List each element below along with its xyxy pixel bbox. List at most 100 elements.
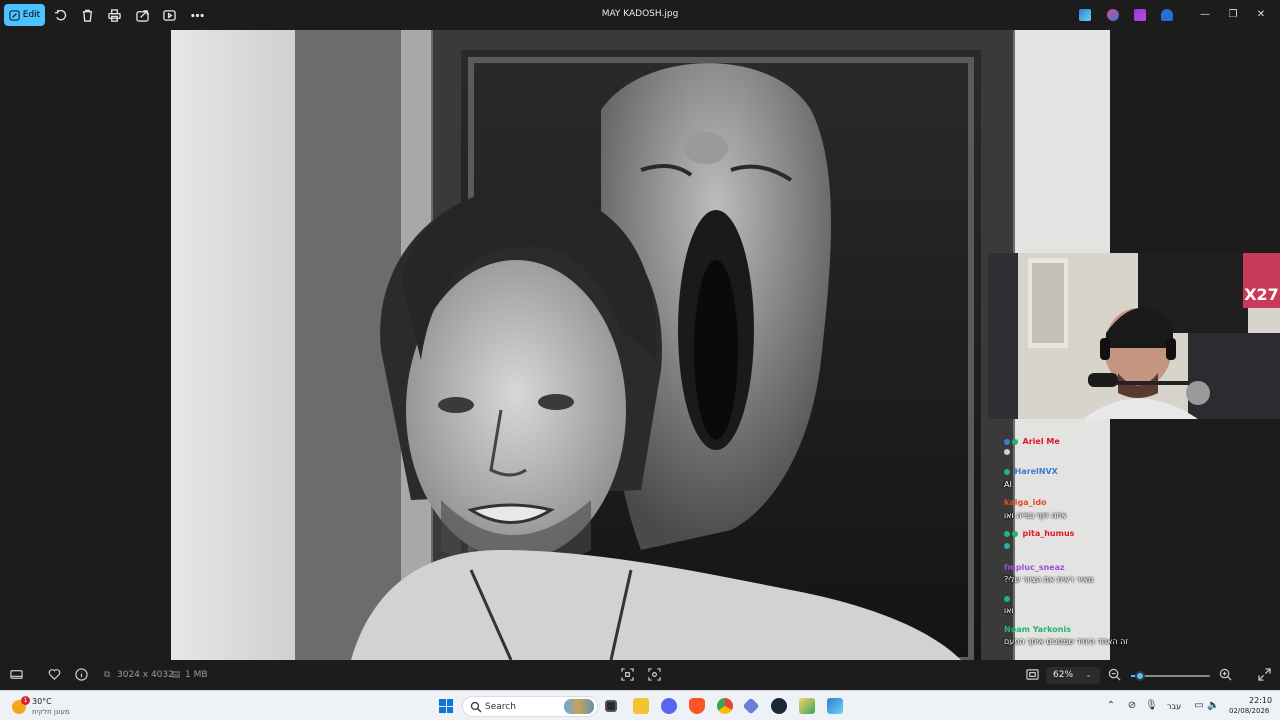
chat-username: HarelNVX — [1014, 467, 1058, 476]
image-dimensions: 3024 x 4032 — [117, 670, 174, 680]
chat-badge-icon — [1012, 530, 1018, 537]
chat-message: fmpluc_sneaz — [1004, 563, 1065, 572]
fullscreen-icon[interactable] — [1257, 668, 1271, 682]
microphone-icon[interactable]: 🎙 — [1145, 700, 1158, 712]
chat-username: Noam Yarkonis — [1004, 625, 1071, 634]
app-icon[interactable] — [742, 697, 760, 715]
rotate-icon[interactable] — [52, 7, 68, 23]
more-icon[interactable] — [189, 7, 205, 23]
chat-text: איזה זיוף כפייה ואו — [1004, 511, 1067, 520]
app-icon[interactable] — [799, 698, 815, 714]
trash-icon[interactable] — [79, 7, 95, 23]
clock-date[interactable]: 02/08/2026 — [1229, 707, 1269, 715]
maximize-icon[interactable]: ❐ — [1226, 8, 1240, 22]
chat-message: HarelNVX — [1004, 467, 1058, 476]
chat-message: Noam Yarkonis — [1004, 625, 1071, 634]
chat-message — [1004, 447, 1012, 456]
fit-screen-icon[interactable] — [1025, 668, 1039, 682]
resolution-icon: ⧉ — [103, 670, 111, 680]
chat-badge-icon — [1004, 542, 1010, 549]
clock-time[interactable]: 22:10 — [1249, 696, 1272, 705]
designer-icon[interactable] — [1107, 9, 1119, 21]
file-size: 1 MB — [185, 670, 208, 680]
chat-badge-icon — [1004, 595, 1010, 602]
chat-text: זה האחד היחיד שמסכים איתך הפעם — [1004, 637, 1129, 646]
volume-icon[interactable]: 🔈 — [1207, 700, 1219, 712]
edit-icon — [9, 9, 20, 21]
windows-taskbar: 1 30°C מעונן חלקית Search ⌃ ⊘ 🎙 עבר ▭ 🔈 … — [0, 690, 1280, 720]
chat-username: fmpluc_sneaz — [1004, 563, 1065, 572]
chat-badge-icon — [1012, 438, 1018, 445]
task-view-icon[interactable] — [605, 700, 617, 712]
zoom-in-icon[interactable] — [1218, 668, 1232, 682]
taskbar-search[interactable]: Search — [462, 696, 598, 717]
display-icon[interactable]: ▭ — [1193, 700, 1205, 712]
window-title: MAY KADOSH.jpg — [601, 9, 679, 19]
chat-text: ?מאיר ראית את הציור שלי — [1004, 575, 1094, 584]
zoom-out-icon[interactable] — [1107, 668, 1121, 682]
title-bar: Edit MAY KADOSH.jpg — ❐ ✕ — [0, 0, 1280, 30]
weather-widget[interactable]: 1 30°C מעונן חלקית — [12, 695, 102, 719]
image-viewer: X27 Ariel Me HarelNVX AI kaiga_ido איזה … — [0, 30, 1280, 660]
notification-badge: 1 — [21, 696, 30, 705]
onedrive-icon[interactable] — [1161, 9, 1173, 21]
chat-username: kaiga_ido — [1004, 498, 1047, 507]
file-size-icon: ▤ — [171, 670, 181, 680]
info-bar: ⧉ 3024 x 4032 ▤ 1 MB 62% ⌄ — [0, 660, 1280, 690]
weather-temperature: 30°C — [32, 697, 52, 706]
stream-logo-badge: X27 — [1243, 253, 1280, 308]
stream-chat-overlay: Ariel Me HarelNVX AI kaiga_ido איזה זיוף… — [1000, 425, 1130, 657]
slideshow-icon[interactable] — [161, 7, 177, 23]
chat-badge-icon — [1004, 468, 1010, 475]
chat-username: Ariel Me — [1022, 437, 1060, 446]
edit-label: Edit — [22, 10, 41, 20]
chevron-up-icon[interactable]: ⌃ — [1105, 700, 1117, 712]
file-explorer-icon[interactable] — [633, 698, 649, 714]
windows-start-icon[interactable] — [439, 699, 453, 713]
chat-avatar-icon — [1004, 448, 1010, 455]
chat-message: Ariel Me — [1004, 437, 1060, 446]
actual-size-icon[interactable] — [647, 668, 661, 682]
brave-icon[interactable] — [689, 698, 705, 714]
chat-message: pita_humus — [1004, 529, 1074, 538]
fit-to-window-icon[interactable] — [620, 668, 634, 682]
chevron-down-icon: ⌄ — [1085, 670, 1092, 679]
chat-username: pita_humus — [1022, 529, 1075, 538]
clipchamp-video-icon[interactable] — [1134, 9, 1146, 21]
zoom-level-value: 62% — [1053, 670, 1074, 680]
info-icon[interactable] — [74, 668, 88, 682]
chat-text: AI — [1004, 480, 1012, 489]
minimize-icon[interactable]: — — [1198, 8, 1212, 22]
photos-app-icon[interactable] — [827, 698, 843, 714]
chat-text: ואו — [1004, 606, 1014, 615]
webcam-overlay: X27 — [988, 253, 1280, 419]
chat-message — [1004, 541, 1012, 550]
charcoal-drawing-image — [171, 30, 1110, 660]
zoom-slider-thumb[interactable] — [1135, 671, 1146, 681]
search-icon — [470, 701, 482, 713]
close-icon[interactable]: ✕ — [1254, 8, 1268, 22]
clipchamp-icon[interactable] — [1079, 9, 1091, 21]
weather-condition: מעונן חלקית — [32, 708, 70, 716]
chat-message: kaiga_ido — [1004, 498, 1047, 507]
heart-icon[interactable] — [47, 668, 61, 682]
zoom-level-dropdown[interactable]: 62% ⌄ — [1046, 667, 1100, 684]
discord-icon[interactable] — [661, 698, 677, 714]
filmstrip-icon[interactable] — [9, 668, 23, 682]
streamer-webcam-image — [988, 253, 1280, 419]
search-label: Search — [485, 702, 516, 712]
language-indicator[interactable]: עבר — [1167, 702, 1181, 711]
share-icon[interactable] — [134, 7, 150, 23]
edit-button[interactable]: Edit — [4, 4, 45, 26]
chrome-icon[interactable] — [717, 698, 733, 714]
network-off-icon[interactable]: ⊘ — [1126, 700, 1138, 712]
photos-app-window: Edit MAY KADOSH.jpg — ❐ ✕ X27 Ariel Me H… — [0, 0, 1280, 720]
chat-badge-icon — [1004, 438, 1010, 445]
search-highlight-image — [564, 699, 594, 714]
chat-message — [1004, 594, 1012, 603]
steam-icon[interactable] — [771, 698, 787, 714]
chat-badge-icon — [1004, 530, 1010, 537]
print-icon[interactable] — [106, 7, 122, 23]
zoom-slider[interactable] — [1131, 671, 1210, 681]
photo-drawing[interactable] — [171, 30, 1110, 660]
